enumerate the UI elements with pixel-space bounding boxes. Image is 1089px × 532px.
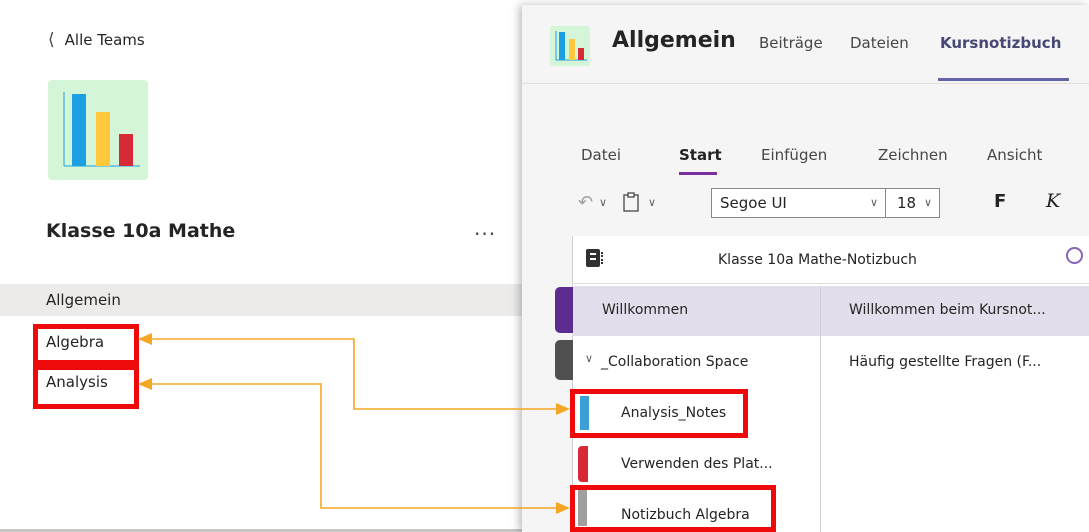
arrowhead-left-icon xyxy=(138,333,152,345)
arrowhead-left-icon xyxy=(138,378,152,390)
arrow-algebra-to-analysis-notes xyxy=(152,338,556,410)
mapping-arrows xyxy=(138,333,570,514)
arrowhead-right-icon xyxy=(556,403,570,415)
arrowhead-right-icon xyxy=(556,502,570,514)
